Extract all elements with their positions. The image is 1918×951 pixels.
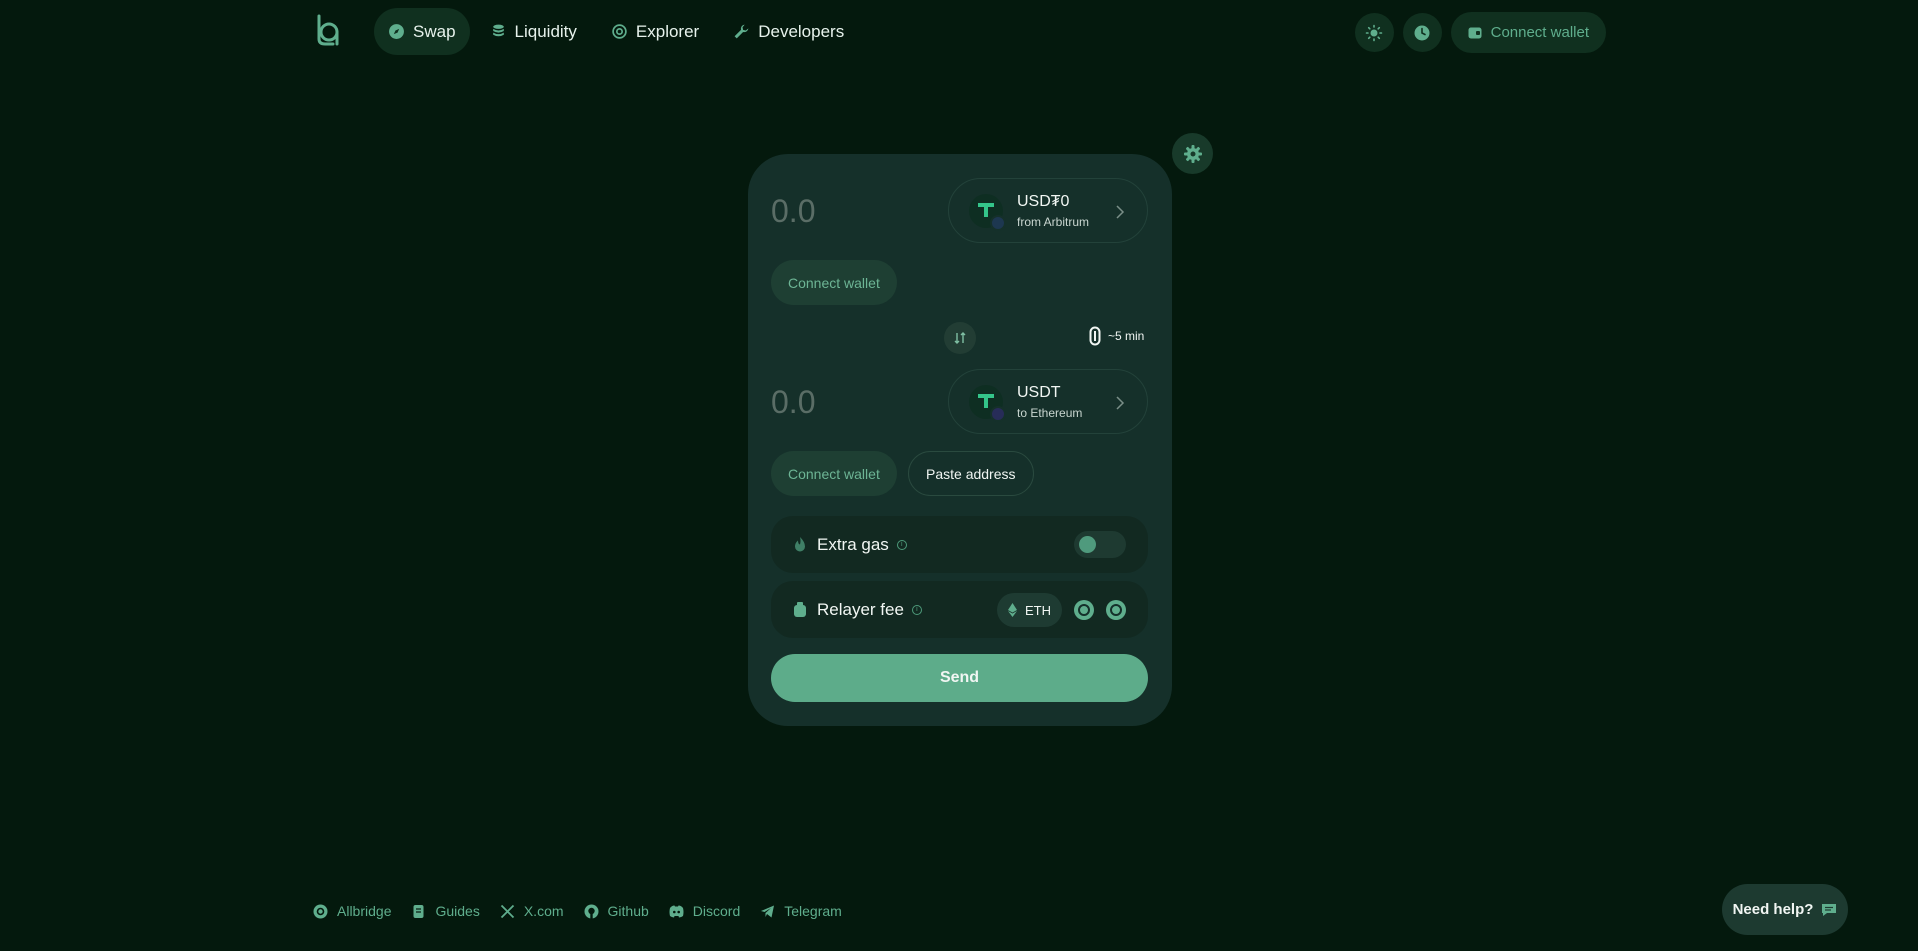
- footer-link-guides-label: Guides: [435, 903, 480, 919]
- from-token-name: USD₮0: [1017, 192, 1070, 210]
- fee-bag-icon: [794, 602, 806, 617]
- fee-option-eth[interactable]: ETH: [997, 593, 1062, 627]
- footer-link-github-label: Github: [607, 903, 649, 919]
- connect-wallet-header-button[interactable]: Connect wallet: [1450, 12, 1606, 53]
- main-nav: Swap Liquidity Explorer Developers: [374, 8, 858, 55]
- nav-developers-label: Developers: [758, 21, 845, 41]
- nav-swap-label: Swap: [413, 21, 456, 41]
- nav-liquidity[interactable]: Liquidity: [476, 8, 591, 55]
- footer-link-allbridge-label: Allbridge: [337, 903, 392, 919]
- usdt0-token-icon: [969, 193, 1006, 231]
- from-connect-wallet-button[interactable]: Connect wallet: [771, 260, 897, 305]
- footer-link-x[interactable]: X.com: [500, 903, 564, 919]
- connect-wallet-header-label: Connect wallet: [1490, 24, 1589, 41]
- to-chain-name: to Ethereum: [1017, 405, 1083, 420]
- wrench-icon: [734, 24, 749, 39]
- clock-icon: [1414, 25, 1430, 40]
- swap-card: USD₮0 from Arbitrum Connect wallet ~5 mi…: [748, 154, 1172, 726]
- fee-option-eth-label: ETH: [1025, 602, 1051, 618]
- info-icon[interactable]: i: [911, 604, 922, 615]
- fee-option-abr-icon[interactable]: [1106, 600, 1126, 620]
- nav-explorer-label: Explorer: [635, 21, 700, 41]
- footer-link-discord-label: Discord: [692, 903, 741, 919]
- chevron-right-icon: [1116, 396, 1125, 410]
- from-token-selector[interactable]: USD₮0 from Arbitrum: [948, 178, 1148, 243]
- footer-link-guides[interactable]: Guides: [411, 903, 480, 919]
- history-button[interactable]: [1402, 13, 1442, 52]
- paste-address-label: Paste address: [926, 465, 1016, 482]
- extra-gas-toggle[interactable]: [1074, 531, 1126, 558]
- footer-link-telegram[interactable]: Telegram: [760, 903, 842, 919]
- fee-option-token-icon[interactable]: [1074, 600, 1094, 620]
- explorer-logo-icon: [612, 24, 627, 39]
- footer-link-github[interactable]: Github: [584, 903, 649, 919]
- coins-stack-icon: [492, 24, 504, 37]
- footer-link-x-label: X.com: [523, 903, 564, 919]
- allbridge-icon: [313, 904, 328, 918]
- arbitrum-chain-icon: [990, 214, 1006, 231]
- swap-direction-button[interactable]: [944, 322, 976, 354]
- wallet-icon: [1468, 27, 1482, 38]
- to-connect-wallet-button[interactable]: Connect wallet: [771, 451, 897, 496]
- footer-links: Allbridge Guides X.com Github Discord Te…: [313, 903, 842, 919]
- gear-icon: [1183, 144, 1202, 163]
- ethereum-icon: [1008, 603, 1017, 617]
- x-icon: [500, 904, 514, 918]
- github-icon: [584, 904, 599, 919]
- telegram-icon: [761, 905, 775, 917]
- transfer-eta-label: ~5 min: [1108, 329, 1145, 343]
- ethereum-chain-icon: [990, 405, 1006, 422]
- sun-icon: [1365, 24, 1383, 41]
- to-token-selector[interactable]: USDT to Ethereum: [948, 369, 1148, 434]
- discord-icon: [669, 905, 684, 917]
- send-button[interactable]: Send: [771, 654, 1148, 702]
- from-connect-wallet-label: Connect wallet: [788, 274, 880, 291]
- from-amount-input[interactable]: [771, 193, 931, 230]
- paste-address-button[interactable]: Paste address: [908, 451, 1034, 496]
- swap-arrows-icon: [954, 332, 966, 344]
- to-token-name: USDT: [1017, 383, 1061, 401]
- usdt-token-icon: [969, 384, 1006, 422]
- relayer-fee-row: Relayer fee i ETH: [771, 581, 1148, 638]
- nav-liquidity-label: Liquidity: [514, 21, 577, 41]
- chevron-right-icon: [1116, 205, 1125, 219]
- relayer-fee-label: Relayer fee: [817, 599, 904, 619]
- allbridge-logo-icon[interactable]: [311, 13, 345, 47]
- from-chain-name: from Arbitrum: [1017, 214, 1090, 229]
- extra-gas-row: Extra gas i: [771, 516, 1148, 573]
- footer-link-discord[interactable]: Discord: [669, 903, 740, 919]
- top-bar: Swap Liquidity Explorer Developers Conne…: [0, 0, 1918, 64]
- footer-link-allbridge[interactable]: Allbridge: [313, 903, 391, 919]
- nav-swap[interactable]: Swap: [374, 8, 470, 55]
- transfer-eta: ~5 min: [1089, 326, 1144, 346]
- footer-link-telegram-label: Telegram: [784, 903, 842, 919]
- nav-explorer[interactable]: Explorer: [597, 8, 713, 55]
- header-tools: Connect wallet: [1354, 12, 1606, 53]
- need-help-label: Need help?: [1732, 901, 1814, 918]
- book-icon: [413, 904, 424, 918]
- info-icon[interactable]: i: [896, 539, 907, 550]
- theme-toggle-button[interactable]: [1354, 13, 1394, 52]
- compass-icon: [389, 24, 404, 39]
- need-help-button[interactable]: Need help?: [1722, 884, 1848, 935]
- relayer-fee-options: ETH: [997, 593, 1126, 627]
- to-connect-wallet-label: Connect wallet: [788, 465, 880, 482]
- nav-developers[interactable]: Developers: [719, 8, 858, 55]
- flame-icon: [795, 537, 805, 552]
- extra-gas-label: Extra gas: [817, 534, 889, 554]
- to-amount-input[interactable]: [771, 384, 931, 421]
- bridge-link-icon: [1089, 326, 1101, 346]
- settings-button[interactable]: [1172, 133, 1213, 174]
- chat-bubble-icon: [1822, 903, 1837, 916]
